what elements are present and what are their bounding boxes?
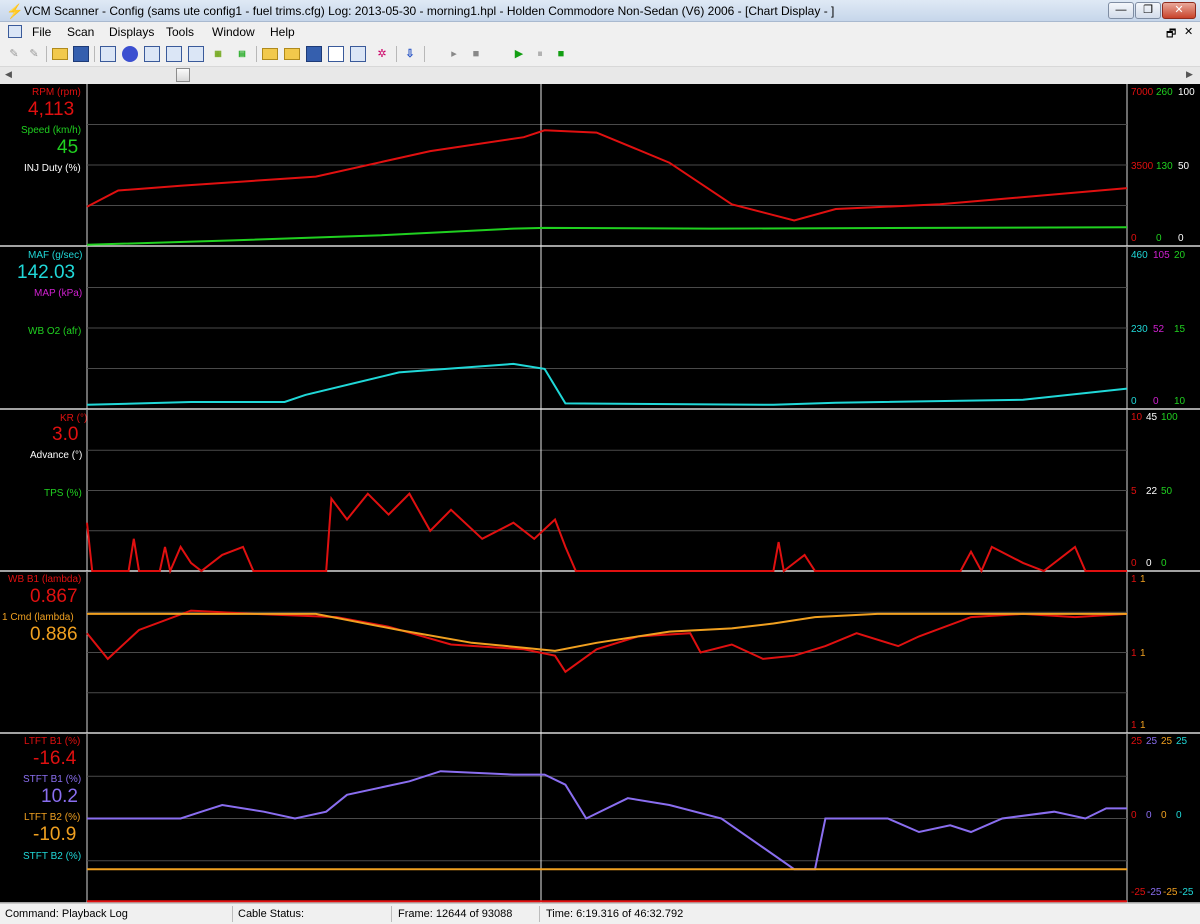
diff-icon[interactable]: ▤ bbox=[234, 46, 250, 62]
save-disk-icon[interactable] bbox=[73, 46, 89, 62]
close-button[interactable]: ✕ bbox=[1162, 2, 1196, 19]
step-button[interactable]: ▸ bbox=[446, 46, 462, 62]
trace-stft-b1 bbox=[87, 770, 1127, 871]
trace-maf-g-sec bbox=[86, 362, 1128, 406]
pen-alt-icon[interactable]: ✎ bbox=[26, 46, 42, 62]
mdi-close-button[interactable]: ✕ bbox=[1184, 25, 1193, 38]
menu-tools[interactable]: Tools bbox=[166, 25, 194, 39]
open-log-icon[interactable] bbox=[284, 48, 300, 60]
scroll-left-icon[interactable]: ◀ bbox=[5, 69, 12, 80]
trace-kr bbox=[86, 492, 1127, 575]
open-config-icon[interactable] bbox=[262, 48, 278, 60]
status-command: Command: Playback Log bbox=[5, 908, 128, 920]
connect-icon[interactable]: ⇩ bbox=[402, 46, 418, 62]
toolbar: ✎ ✎ ▦ ▤ ✲ ⇩ ▸ ■ ▶ ⏸ ■ 10 ▲▼ bbox=[0, 42, 1200, 105]
table-icon[interactable] bbox=[100, 46, 116, 62]
menu-help[interactable]: Help bbox=[270, 25, 295, 39]
scroll-right-icon[interactable]: ▶ bbox=[1186, 69, 1193, 80]
chart-icon[interactable] bbox=[144, 46, 160, 62]
save-log-icon[interactable] bbox=[306, 46, 322, 62]
stop-button[interactable]: ■ bbox=[553, 46, 569, 62]
menu-displays[interactable]: Displays bbox=[109, 25, 154, 39]
status-frame: Frame: 12644 of 93088 bbox=[398, 908, 513, 920]
trace-rpm-rpm bbox=[86, 129, 1128, 222]
export-icon[interactable] bbox=[350, 46, 366, 62]
menu-window[interactable]: Window bbox=[212, 25, 255, 39]
compare-icon[interactable]: ▦ bbox=[210, 46, 226, 62]
maximize-button[interactable]: ❐ bbox=[1135, 2, 1161, 19]
status-separator bbox=[232, 906, 233, 922]
toolbar-separator bbox=[94, 46, 95, 62]
menu-file[interactable]: File bbox=[32, 25, 51, 39]
scroll-thumb[interactable] bbox=[176, 68, 190, 82]
gauge-icon[interactable] bbox=[122, 46, 138, 62]
pen-icon[interactable]: ✎ bbox=[6, 46, 22, 62]
title-bar: ⚡ VCM Scanner - Config (sams ute config1… bbox=[0, 0, 1200, 22]
window-title: VCM Scanner - Config (sams ute config1 -… bbox=[24, 4, 835, 18]
pause-button[interactable]: ⏸ bbox=[532, 46, 548, 62]
toolbar-separator bbox=[46, 46, 47, 62]
chart-display: RPM (rpm) 4,113 Speed (km/h) 45 INJ Duty… bbox=[0, 84, 1200, 903]
chart-plot-area[interactable] bbox=[0, 84, 1200, 903]
document-icon[interactable] bbox=[328, 46, 344, 62]
status-time: Time: 6:19.316 of 46:32.792 bbox=[546, 908, 684, 920]
app-lightning-icon: ⚡ bbox=[6, 3, 24, 19]
toolbar-separator bbox=[424, 46, 425, 62]
chart-window-icon[interactable] bbox=[8, 25, 22, 38]
toolbar-separator bbox=[256, 46, 257, 62]
menu-bar: File Scan Displays Tools Window Help 🗗 ✕ bbox=[0, 22, 1200, 42]
minimize-button[interactable]: — bbox=[1108, 2, 1134, 19]
status-bar: Command: Playback Log Cable Status: Fram… bbox=[0, 903, 1200, 924]
stop-disabled-button[interactable]: ■ bbox=[468, 46, 484, 62]
status-cable: Cable Status: bbox=[238, 908, 305, 920]
toolbar-separator bbox=[396, 46, 397, 62]
status-separator bbox=[391, 906, 392, 922]
playback-scrollbar[interactable]: ◀ ▶ bbox=[0, 67, 1200, 85]
play-button[interactable]: ▶ bbox=[511, 46, 527, 62]
settings-gear-icon[interactable]: ✲ bbox=[374, 46, 390, 62]
open-folder-icon[interactable] bbox=[52, 48, 68, 60]
grid-icon[interactable] bbox=[188, 46, 204, 62]
status-separator bbox=[539, 906, 540, 922]
trace-speed-km-h bbox=[86, 226, 1128, 246]
menu-scan[interactable]: Scan bbox=[67, 25, 94, 39]
histogram-icon[interactable] bbox=[166, 46, 182, 62]
